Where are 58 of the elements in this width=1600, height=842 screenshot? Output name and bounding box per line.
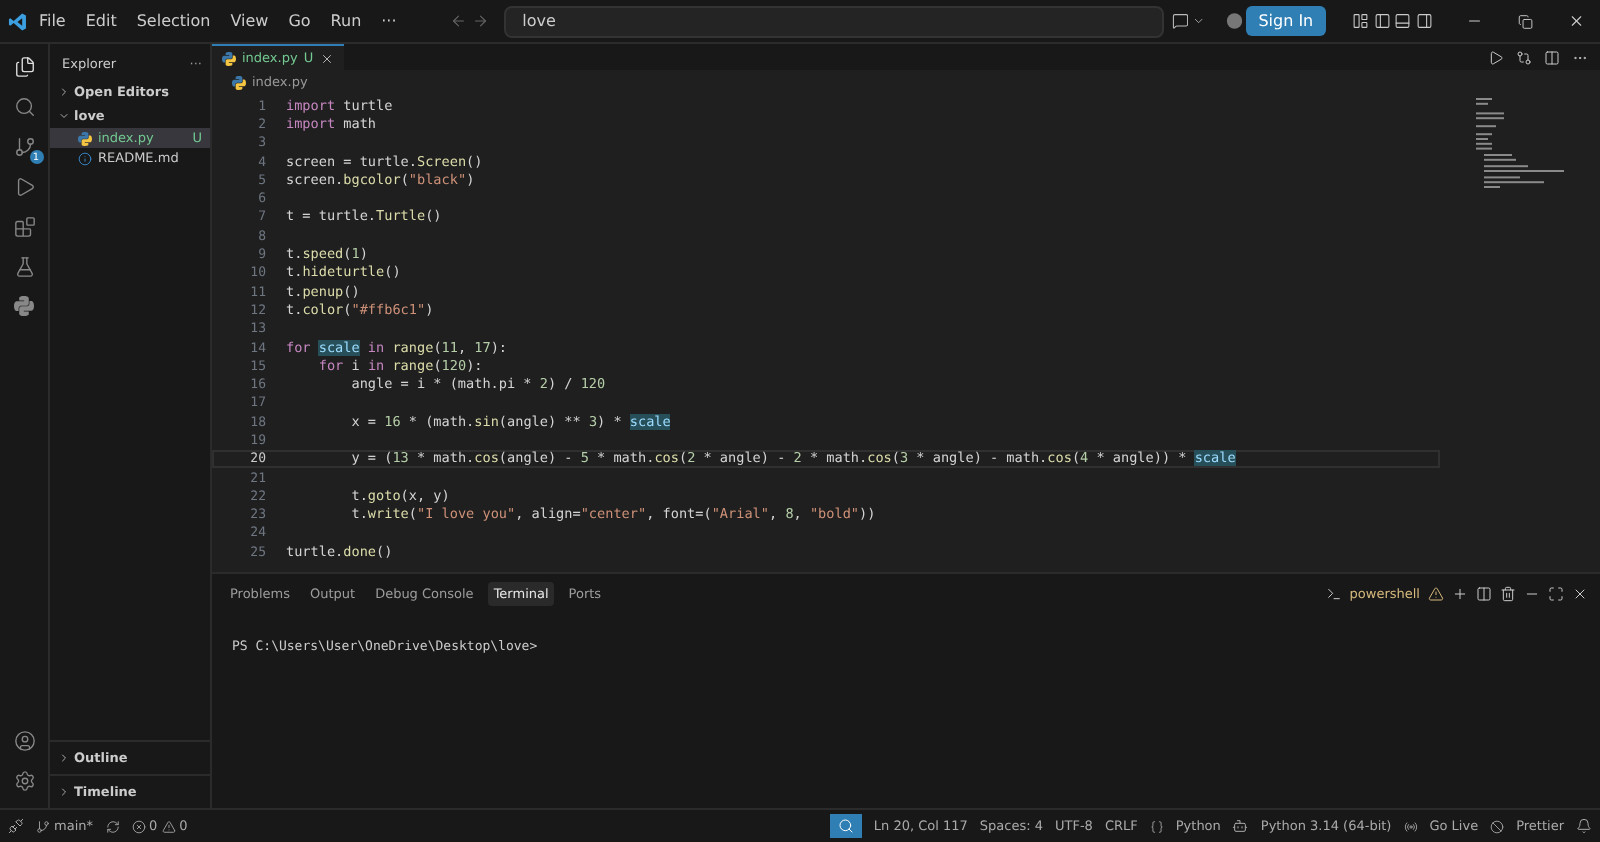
forward-arrow-icon[interactable] <box>471 12 489 30</box>
account-icon[interactable] <box>13 730 35 752</box>
layout-icon[interactable] <box>1352 12 1370 30</box>
run-debug-icon[interactable] <box>13 176 35 198</box>
terminal-icon[interactable] <box>1325 586 1342 602</box>
close-icon[interactable] <box>1567 12 1585 30</box>
chevron-right-icon[interactable] <box>58 86 70 98</box>
panel-bottom-icon[interactable] <box>1394 12 1412 30</box>
chevron-right-icon[interactable] <box>58 752 70 764</box>
chevron-down-icon[interactable] <box>58 110 70 122</box>
braces-icon[interactable] <box>1149 819 1164 833</box>
menu-item[interactable]: Go <box>280 12 319 30</box>
flask-icon[interactable] <box>13 256 35 278</box>
split-editor-icon[interactable] <box>1544 49 1560 65</box>
chat-icon[interactable] <box>1171 12 1189 30</box>
restore-icon[interactable] <box>1518 13 1534 29</box>
command-search-field[interactable]: love <box>504 5 1164 37</box>
chevron-right-icon[interactable] <box>58 786 70 798</box>
settings-icon[interactable] <box>13 770 35 792</box>
python-icon <box>78 131 92 145</box>
bell-icon[interactable] <box>1576 818 1592 834</box>
close-icon[interactable] <box>1572 586 1588 602</box>
compare-icon[interactable] <box>1516 49 1532 65</box>
python-icon[interactable] <box>14 296 34 316</box>
files-icon[interactable] <box>13 56 35 78</box>
sync-icon[interactable] <box>105 819 119 833</box>
search-button[interactable] <box>829 814 862 838</box>
extensions-icon[interactable] <box>13 216 35 238</box>
menu-item[interactable]: Edit <box>77 12 125 30</box>
copilot-icon[interactable] <box>1232 818 1249 834</box>
back-arrow-icon[interactable] <box>450 12 468 30</box>
close-icon[interactable] <box>319 51 334 65</box>
info-icon[interactable] <box>78 151 92 165</box>
remote-icon[interactable] <box>8 818 24 834</box>
maximize-icon[interactable] <box>1548 586 1564 602</box>
panel-left-icon[interactable] <box>1373 12 1391 30</box>
menu-item[interactable]: ··· <box>373 12 405 30</box>
chevron-icon[interactable] <box>1192 14 1207 28</box>
add-icon[interactable] <box>1452 586 1468 602</box>
panel-right-icon[interactable] <box>1415 12 1433 30</box>
menu-item[interactable]: View <box>222 12 277 30</box>
menu-item[interactable]: File <box>30 12 74 30</box>
error-icon[interactable] <box>131 819 145 833</box>
source-control-icon[interactable] <box>13 136 35 158</box>
trash-icon[interactable] <box>1500 586 1516 602</box>
search-icon[interactable] <box>13 96 35 118</box>
warning-icon[interactable] <box>161 819 176 833</box>
broadcast-icon[interactable] <box>1403 819 1418 833</box>
python-icon <box>232 75 246 89</box>
python-icon <box>222 51 236 65</box>
branch-icon[interactable] <box>36 819 50 833</box>
menu-item[interactable]: Selection <box>128 12 219 30</box>
warning-icon[interactable] <box>1428 586 1444 602</box>
menu-item[interactable]: Run <box>322 12 370 30</box>
app-logo-icon <box>8 11 27 31</box>
run-icon[interactable] <box>1488 49 1504 65</box>
sign-in-button[interactable]: Sign In <box>1246 6 1326 36</box>
split-icon[interactable] <box>1476 586 1492 602</box>
